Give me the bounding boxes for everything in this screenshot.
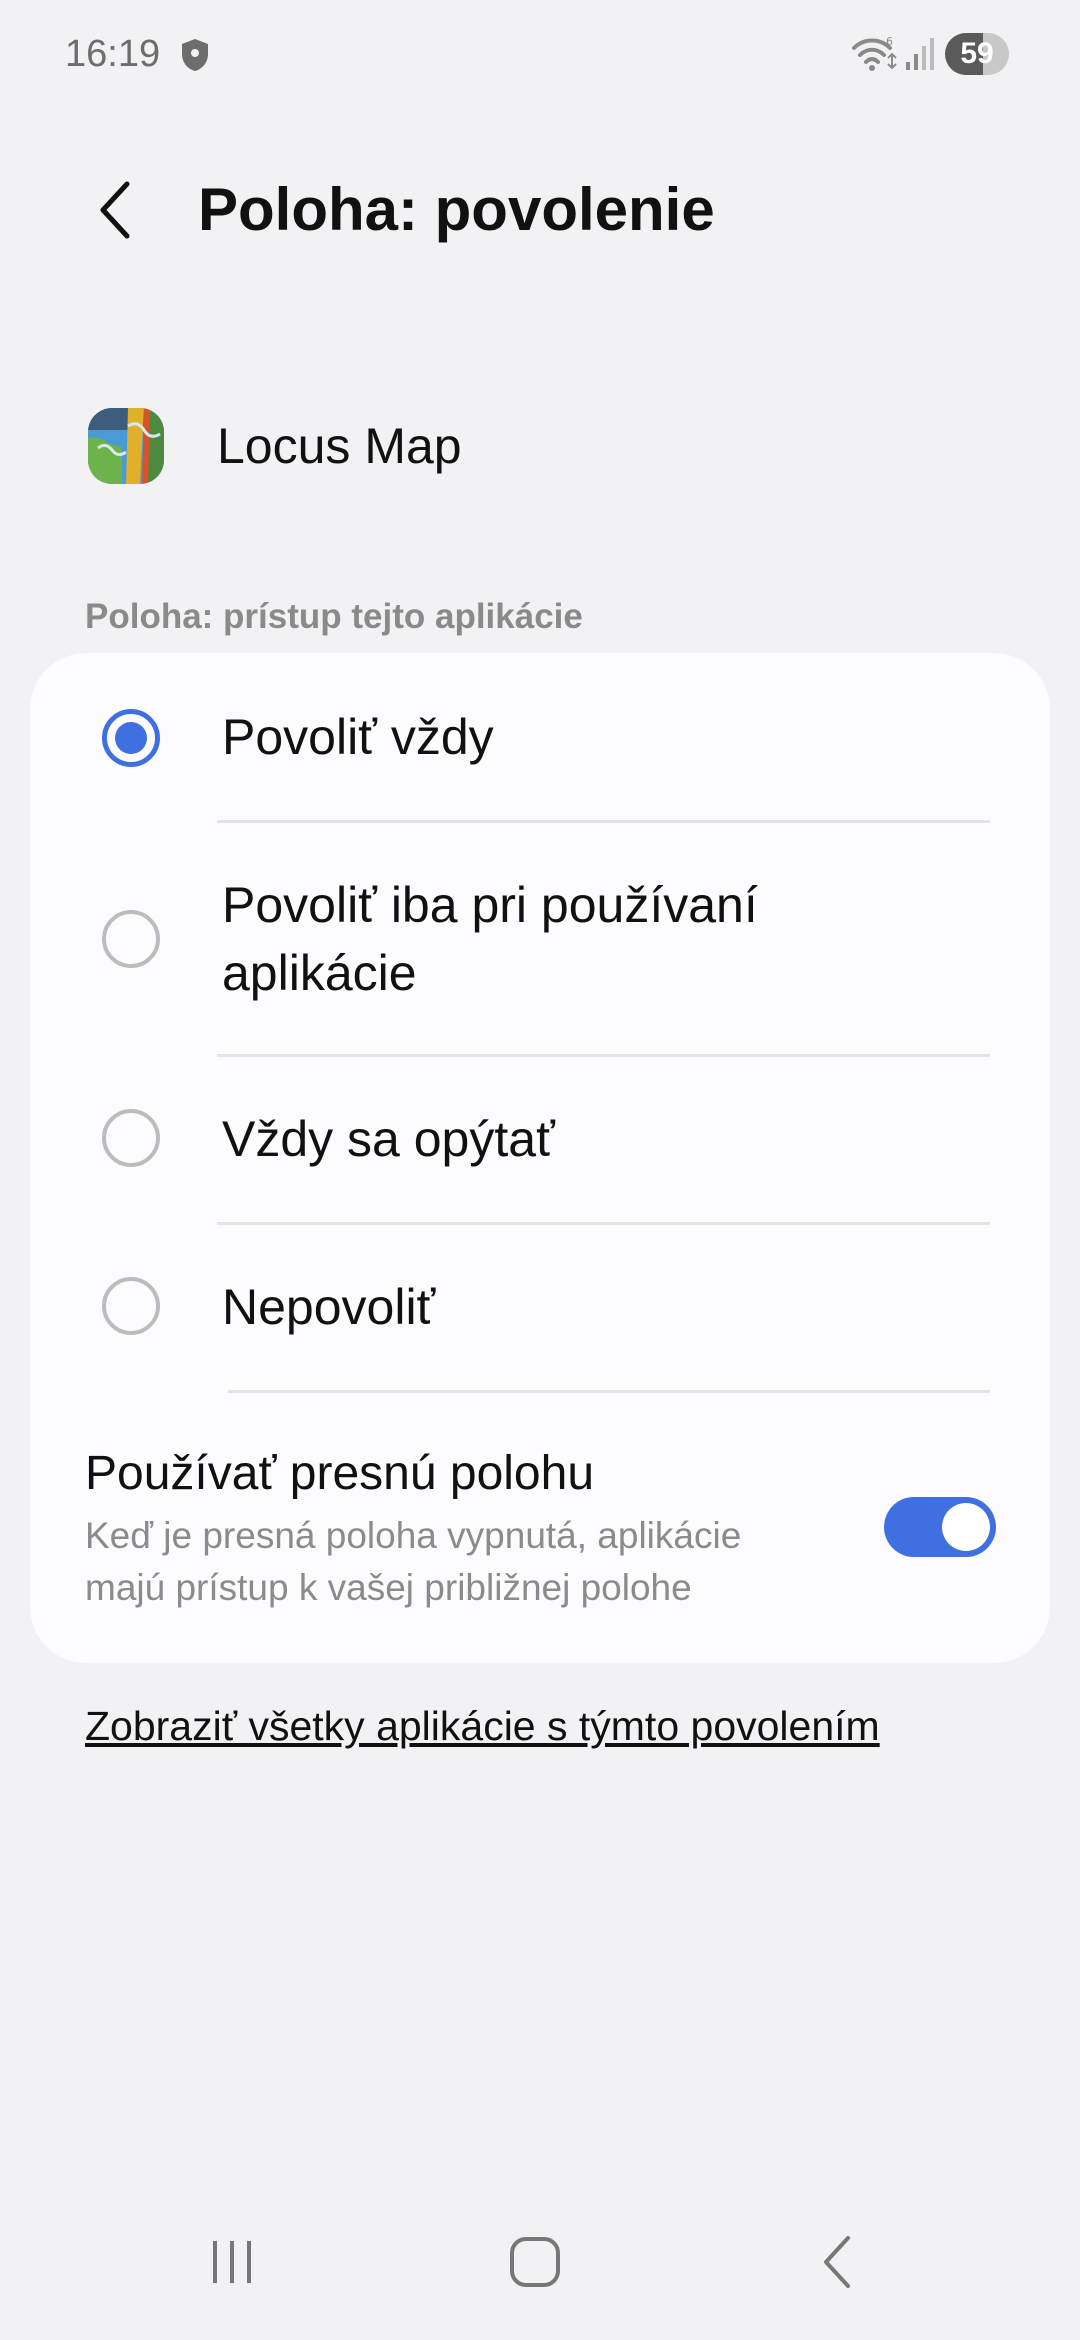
page-title: Poloha: povolenie — [198, 176, 715, 243]
show-all-apps-link[interactable]: Zobraziť všetky aplikácie s týmto povole… — [85, 1697, 880, 1755]
nav-home-button[interactable] — [480, 2222, 590, 2302]
divider — [228, 1390, 990, 1393]
wifi-icon: 6 — [852, 35, 897, 71]
battery-icon: 59 — [945, 33, 1009, 75]
option-deny[interactable]: Nepovoliť — [30, 1225, 1050, 1391]
recents-icon — [213, 2241, 251, 2283]
radio-button[interactable] — [102, 910, 160, 968]
home-icon — [510, 2237, 560, 2287]
back-button[interactable] — [80, 170, 150, 250]
option-label: Povoliť vždy — [222, 709, 494, 765]
signal-icon — [906, 38, 934, 70]
option-label: Vždy sa opýtať — [222, 1111, 555, 1167]
shield-icon — [182, 39, 208, 71]
option-allow-while-using[interactable]: Povoliť iba pri používaní aplikácie — [30, 823, 1050, 1055]
option-allow-always[interactable]: Povoliť vždy — [30, 653, 1050, 823]
section-label: Poloha: prístup tejto aplikácie — [85, 597, 583, 636]
option-label: Nepovoliť — [222, 1279, 436, 1335]
nav-back-button[interactable] — [783, 2222, 893, 2302]
radio-button[interactable] — [102, 709, 160, 767]
precise-location-toggle[interactable] — [884, 1497, 996, 1557]
locus-map-app-icon — [88, 408, 164, 484]
option-always-ask[interactable]: Vždy sa opýtať — [30, 1057, 1050, 1223]
back-icon — [824, 2236, 850, 2288]
radio-button[interactable] — [102, 1109, 160, 1167]
chevron-left-icon — [100, 181, 130, 239]
toggle-knob — [942, 1503, 990, 1551]
nav-recents-button[interactable] — [177, 2222, 287, 2302]
status-time: 16:19 — [65, 33, 161, 75]
precise-location-title: Používať presnú polohu — [85, 1447, 595, 1500]
precise-location-description: Keď je presná poloha vypnutá, aplikácie … — [85, 1515, 742, 1608]
app-name: Locus Map — [217, 418, 462, 474]
radio-button[interactable] — [102, 1277, 160, 1335]
svg-text:6: 6 — [886, 35, 893, 48]
battery-percent: 59 — [960, 37, 994, 70]
option-label: Povoliť iba pri používaní aplikácie — [222, 877, 758, 1001]
